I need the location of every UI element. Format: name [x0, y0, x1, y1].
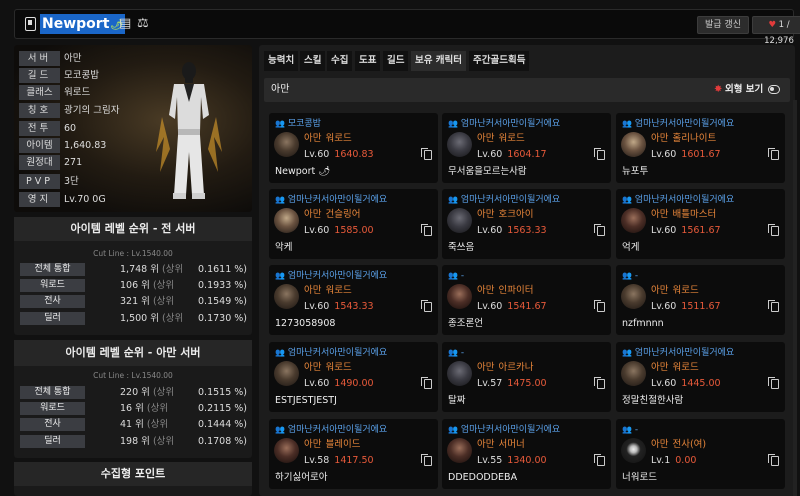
character-name: Newport🌶 [40, 14, 126, 34]
copy-icon[interactable] [768, 377, 779, 389]
copy-icon[interactable] [594, 148, 605, 160]
copy-icon[interactable] [768, 454, 779, 466]
character-card[interactable]: 👥 - 아만 워로드 Lv.60 1511.67 nzfmnnn [616, 265, 785, 335]
people-icon: 👥 [622, 195, 632, 204]
people-icon: 👥 [622, 119, 632, 128]
copy-icon[interactable] [421, 454, 432, 466]
tab-skills[interactable]: 스킬 [300, 51, 326, 71]
copy-icon[interactable] [594, 454, 605, 466]
copy-icon[interactable] [421, 377, 432, 389]
character-portrait [447, 208, 472, 233]
rank-all-row-dealer: 딜러 1,500 위 (상위 0.1730 %) [20, 312, 248, 325]
rank-server-panel: 아이템 레벨 순위 - 아만 서버 Cut Line : Lv.1540.00 … [14, 340, 252, 458]
rank-server-row-dealer: 딜러 198 위 (상위 0.1708 %) [20, 435, 248, 448]
tab-chart[interactable]: 도표 [355, 51, 381, 71]
appearance-view-label: 외형 보기 [725, 84, 764, 95]
character-card[interactable]: 👥 엄마난커서아만이될거에요 아만 워로드 Lv.60 1604.17 무서움을모르… [442, 113, 611, 183]
refresh-button[interactable]: 발급 갱신 [697, 16, 749, 34]
tab-guild[interactable]: 길드 [383, 51, 409, 71]
people-icon: 👥 [275, 119, 285, 128]
rank-server-title: 아이템 레벨 순위 - 아만 서버 [14, 340, 252, 366]
character-portrait [621, 361, 646, 386]
scrollbar[interactable] [793, 100, 797, 496]
character-portrait [621, 284, 646, 309]
rank-all-panel: 아이템 레벨 순위 - 전 서버 Cut Line : Lv.1540.00 전… [14, 217, 252, 335]
people-icon: 👥 [275, 271, 285, 280]
copy-icon[interactable] [421, 148, 432, 160]
people-icon: 👥 [275, 348, 285, 357]
character-header: Newport🌶 ▤ ⚖ 발급 갱신 ♥ 1 / 12,976 [14, 9, 800, 46]
character-card[interactable]: 👥 엄마난커서아만이될거에요 아만 워로드 Lv.60 1445.00 정말친절한사… [616, 342, 785, 412]
copy-icon[interactable] [421, 300, 432, 312]
tab-weekly-gold[interactable]: 주간골드획득 [469, 51, 530, 71]
appearance-toggle[interactable] [768, 85, 780, 94]
people-icon: 👥 [448, 425, 458, 434]
tab-characters[interactable]: 보유 캐릭터 [411, 51, 467, 71]
server-bar: 아만 ✸ 외형 보기 [264, 78, 790, 102]
copy-icon[interactable] [768, 300, 779, 312]
character-card[interactable]: 👥 모코콩밥 아만 워로드 Lv.60 1640.83 Newport 🌶 [269, 113, 438, 183]
copy-icon[interactable] [594, 300, 605, 312]
heart-icon: ♥ [768, 20, 776, 30]
rank-all-title: 아이템 레벨 순위 - 전 서버 [14, 217, 252, 241]
sun-icon: ✸ [714, 84, 723, 95]
people-icon: 👥 [448, 195, 458, 204]
character-card[interactable]: 👥 엄마난커서아만이될거에요 아만 워로드 Lv.60 1543.33 127305… [269, 265, 438, 335]
people-icon: 👥 [622, 425, 632, 434]
character-portrait [274, 132, 299, 157]
character-portrait [274, 208, 299, 233]
character-card[interactable]: 👥 엄마난커서아만이될거에요 아만 건슬링어 Lv.60 1585.00 악케 [269, 189, 438, 259]
people-icon: 👥 [622, 271, 632, 280]
rank-all-row-class: 워로드 106 위 (상위 0.1933 %) [20, 279, 248, 292]
character-card[interactable]: 👥 엄마난커서아만이될거에요 아만 배틀마스터 Lv.60 1561.67 억게 [616, 189, 785, 259]
copy-icon[interactable] [594, 377, 605, 389]
character-portrait [447, 438, 472, 463]
character-portrait [274, 361, 299, 386]
people-icon: 👥 [275, 425, 285, 434]
character-card[interactable]: 👥 엄마난커서아만이될거에요 아만 홀리나이트 Lv.60 1601.67 뉴포투 [616, 113, 785, 183]
collection-panel: 수집형 포인트 [14, 462, 252, 496]
character-card[interactable]: 👥 - 아만 인파이터 Lv.60 1541.67 종조론언 [442, 265, 611, 335]
collection-title: 수집형 포인트 [14, 462, 252, 486]
bookmark-icon[interactable] [25, 17, 36, 31]
copy-icon[interactable] [768, 148, 779, 160]
character-portrait [274, 438, 299, 463]
character-card[interactable]: 👥 - 아만 아르카나 Lv.57 1475.00 탈짜 [442, 342, 611, 412]
character-card[interactable]: 👥 - 아만 전사(여) Lv.1 0.00 너워로드 [616, 419, 785, 489]
people-icon: 👥 [448, 119, 458, 128]
id-card-icon[interactable]: ▤ [119, 16, 131, 32]
people-icon: 👥 [275, 195, 285, 204]
character-card[interactable]: 👥 엄마난커서아만이될거에요 아만 서머너 Lv.55 1340.00 DDEDOD… [442, 419, 611, 489]
character-avatar [156, 62, 222, 199]
copy-icon[interactable] [594, 224, 605, 236]
character-portrait [447, 132, 472, 157]
tab-stats[interactable]: 능력치 [264, 51, 299, 71]
profile-card: 서버 아만 길드 모코콩밥 클래스 워로드 칭호 광기의 그림자 전투 60 아이템 1,6… [14, 45, 252, 212]
character-card[interactable]: 👥 엄마난커서아만이될거에요 아만 블레이드 Lv.58 1417.50 하기싫어로… [269, 419, 438, 489]
character-portrait [621, 132, 646, 157]
like-button[interactable]: ♥ 1 / 12,976 [752, 16, 800, 46]
character-portrait [274, 284, 299, 309]
character-portrait [621, 208, 646, 233]
rank-all-row-warrior: 전사 321 위 (상위 0.1549 %) [20, 295, 248, 308]
copy-icon[interactable] [421, 224, 432, 236]
rank-server-row-total: 전체 통합 220 위 (상위 0.1515 %) [20, 386, 248, 399]
rank-server-cutline: Cut Line : Lv.1540.00 [93, 371, 173, 380]
rank-server-row-warrior: 전사 41 위 (상위 0.1444 %) [20, 418, 248, 431]
people-icon: 👥 [622, 348, 632, 357]
character-portrait [447, 284, 472, 309]
copy-icon[interactable] [768, 224, 779, 236]
character-portrait [447, 361, 472, 386]
character-card[interactable]: 👥 엄마난커서아만이될거에요 아만 호크아이 Lv.60 1563.33 죽쓰음 [442, 189, 611, 259]
tab-collection[interactable]: 수집 [327, 51, 353, 71]
people-icon: 👥 [448, 271, 458, 280]
class-emblem-icon [621, 438, 646, 463]
people-icon: 👥 [448, 348, 458, 357]
server-name: 아만 [271, 84, 290, 95]
scale-icon[interactable]: ⚖ [137, 16, 149, 32]
rank-all-row-total: 전체 통합 1,748 위 (상위 0.1611 %) [20, 263, 248, 276]
rank-all-cutline: Cut Line : Lv.1540.00 [93, 249, 173, 258]
rank-server-row-class: 워로드 16 위 (상위 0.2115 %) [20, 402, 248, 415]
character-card[interactable]: 👥 엄마난커서아만이될거에요 아만 워로드 Lv.60 1490.00 ESTJES… [269, 342, 438, 412]
